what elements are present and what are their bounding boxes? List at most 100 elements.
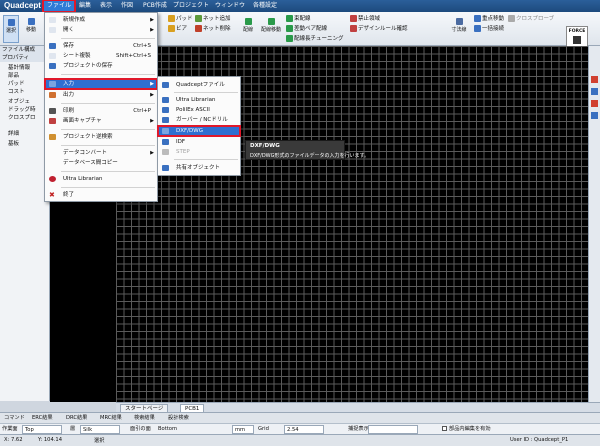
layer-icon[interactable] [591, 88, 598, 95]
menu-item-screen-capture[interactable]: 画面キャプチャ ▶ [45, 116, 157, 126]
tab-command[interactable]: コマンド [2, 414, 27, 423]
shortcut-label: Shift+Ctrl+S [116, 53, 151, 59]
tab-search-result[interactable]: 検索結果 [132, 414, 157, 423]
bus-wiring-icon [286, 15, 293, 22]
length-tuning-label: 配線長チューニング [294, 36, 344, 42]
menu-item-duplicate-sheet[interactable]: シート複製 Shift+Ctrl+S [45, 51, 157, 61]
tab-erc-result[interactable]: ERC結果 [30, 414, 55, 423]
submenu-item-label: DXF/DWG [176, 128, 203, 134]
menu-item-label: 印刷 [63, 108, 75, 114]
tab-file-structure[interactable]: ファイル構成 [0, 46, 50, 54]
menu-view[interactable]: 表示 [97, 1, 115, 11]
length-tuning-button[interactable]: 配線長チューニング [286, 35, 344, 44]
menu-item-project-reverse-search[interactable]: プロジェクト逆検索 [45, 132, 157, 142]
net-delete-button[interactable]: ネット削除 [195, 25, 231, 34]
bus-wiring-button[interactable]: 束配線 [286, 15, 311, 24]
menu-separator [61, 129, 155, 130]
submenu-item-shared-object[interactable]: 共有オブジェクト [158, 163, 240, 173]
point-move-label: 重点移動 [482, 16, 505, 22]
work-layer-select[interactable]: Top [22, 425, 62, 434]
submenu-item-dxf-dwg[interactable]: DXF/DWG [157, 125, 241, 137]
component-edit-checkbox[interactable]: 部品内編集を有効 [442, 425, 491, 434]
submenu-item-gerber[interactable]: ガーバー / NCドリル [158, 115, 240, 125]
menu-item-ultra-librarian[interactable]: Ultra Librarian [45, 174, 157, 184]
menu-file[interactable]: ファイル [41, 0, 77, 13]
via-button[interactable]: ビア [168, 25, 187, 34]
menu-item-print[interactable]: 印刷 Ctrl+P [45, 106, 157, 116]
tooltip: DXF/DWG DXF/DWG形式のファイルデータの入力を行います。 [245, 140, 369, 160]
ultra-librarian-icon [49, 176, 56, 182]
menu-settings[interactable]: 各種設定 [250, 1, 280, 11]
via-label: ビア [176, 26, 188, 32]
layer-select[interactable]: Silk [80, 425, 120, 434]
submenu-arrow-icon: ▶ [150, 150, 154, 156]
menu-item-data-convert[interactable]: データコンバート ▶ [45, 148, 157, 158]
point-move-button[interactable]: 重点移動 [474, 15, 504, 24]
diff-pair-button[interactable]: 差動ペア配線 [286, 25, 327, 34]
menu-item-output[interactable]: 出力 ▶ [45, 90, 157, 100]
menu-project[interactable]: プロジェクト [170, 1, 212, 11]
menu-item-save[interactable]: 保存 Ctrl+S [45, 41, 157, 51]
cross-probe-icon [508, 15, 515, 22]
dimension-button[interactable]: 寸法線 [450, 15, 468, 43]
menu-pcb[interactable]: PCB作成 [140, 1, 170, 11]
wire-move-button[interactable]: 配線移動 [260, 15, 282, 43]
snap-select[interactable] [368, 425, 418, 434]
search-icon [49, 134, 56, 140]
move-button[interactable]: 移動 [23, 15, 39, 43]
net-delete-label: ネット削除 [203, 26, 231, 32]
wiring-button[interactable]: 配線 [240, 15, 256, 43]
layer-icon[interactable] [591, 76, 598, 83]
grid-select[interactable]: 2.54 [284, 425, 324, 434]
idf-icon [162, 139, 169, 145]
select-button[interactable]: 選択 [3, 15, 19, 43]
diff-pair-icon [286, 25, 293, 32]
tooltip-title: DXF/DWG [250, 143, 280, 149]
menu-item-save-project[interactable]: プロジェクトの保存 [45, 61, 157, 71]
menu-item-new[interactable]: 新規作成 ▶ [45, 15, 157, 25]
submenu-item-quadcept-file[interactable]: Quadceptファイル [158, 80, 240, 90]
menu-draw[interactable]: 作図 [118, 1, 136, 11]
layer-icon[interactable] [591, 112, 598, 119]
batch-wire-button[interactable]: 一括接続 [474, 25, 504, 34]
menu-item-input[interactable]: 入力 ▶ [44, 78, 158, 90]
layer-icon[interactable] [591, 100, 598, 107]
menu-item-open[interactable]: 開く ▶ [45, 25, 157, 35]
menu-item-database-copy[interactable]: データベース間コピー [45, 158, 157, 168]
tab-properties[interactable]: プロパティ [0, 54, 50, 62]
submenu-item-step: STEP [158, 147, 240, 157]
output-icon [49, 92, 56, 98]
tab-design-search[interactable]: 設計検索 [166, 414, 191, 423]
menu-window[interactable]: ウィンドウ [212, 1, 248, 11]
input-submenu: Quadceptファイル Ultra Librarian PolilEx ASC… [157, 76, 241, 176]
menu-item-label: データベース間コピー [63, 160, 118, 166]
menu-edit[interactable]: 編集 [76, 1, 94, 11]
face-value[interactable]: Bottom [158, 425, 177, 434]
submenu-item-label: IDF [176, 139, 186, 145]
menu-separator [61, 103, 155, 104]
pad-button[interactable]: パッド [168, 15, 193, 24]
duplicate-icon [49, 53, 56, 59]
tab-mrc-result[interactable]: MRC結果 [98, 414, 124, 423]
shortcut-label: Ctrl+P [133, 108, 151, 114]
tooltip-text: DXF/DWG形式のファイルデータの入力を行います。 [250, 153, 370, 159]
menu-separator [61, 187, 155, 188]
design-rule-button[interactable]: デザインルール確認 [350, 25, 408, 34]
input-icon [49, 81, 56, 87]
unit-select[interactable]: mm [232, 425, 254, 434]
menu-item-exit[interactable]: ✖ 終了 [45, 190, 157, 200]
menu-item-label: 出力 [63, 92, 75, 98]
ultra-librarian-icon [162, 97, 169, 103]
keepout-button[interactable]: 禁止領域 [350, 15, 380, 24]
submenu-item-ultra-librarian[interactable]: Ultra Librarian [158, 95, 240, 105]
net-add-button[interactable]: ネット追加 [195, 15, 231, 24]
batch-wire-icon [474, 25, 481, 32]
submenu-item-idf[interactable]: IDF [158, 137, 240, 147]
submenu-item-polilex-ascii[interactable]: PolilEx ASCII [158, 105, 240, 115]
open-icon [49, 27, 56, 33]
cross-probe-button[interactable]: クロスプローブ [508, 15, 554, 24]
grid-label[interactable]: Grid [258, 425, 269, 434]
tab-drc-result[interactable]: DRC結果 [64, 414, 89, 423]
user-id: User ID : Quadcept_P1 [510, 437, 569, 443]
status-bar: X: 7.62 Y: 104.14 選択 User ID : Quadcept_… [0, 434, 600, 446]
